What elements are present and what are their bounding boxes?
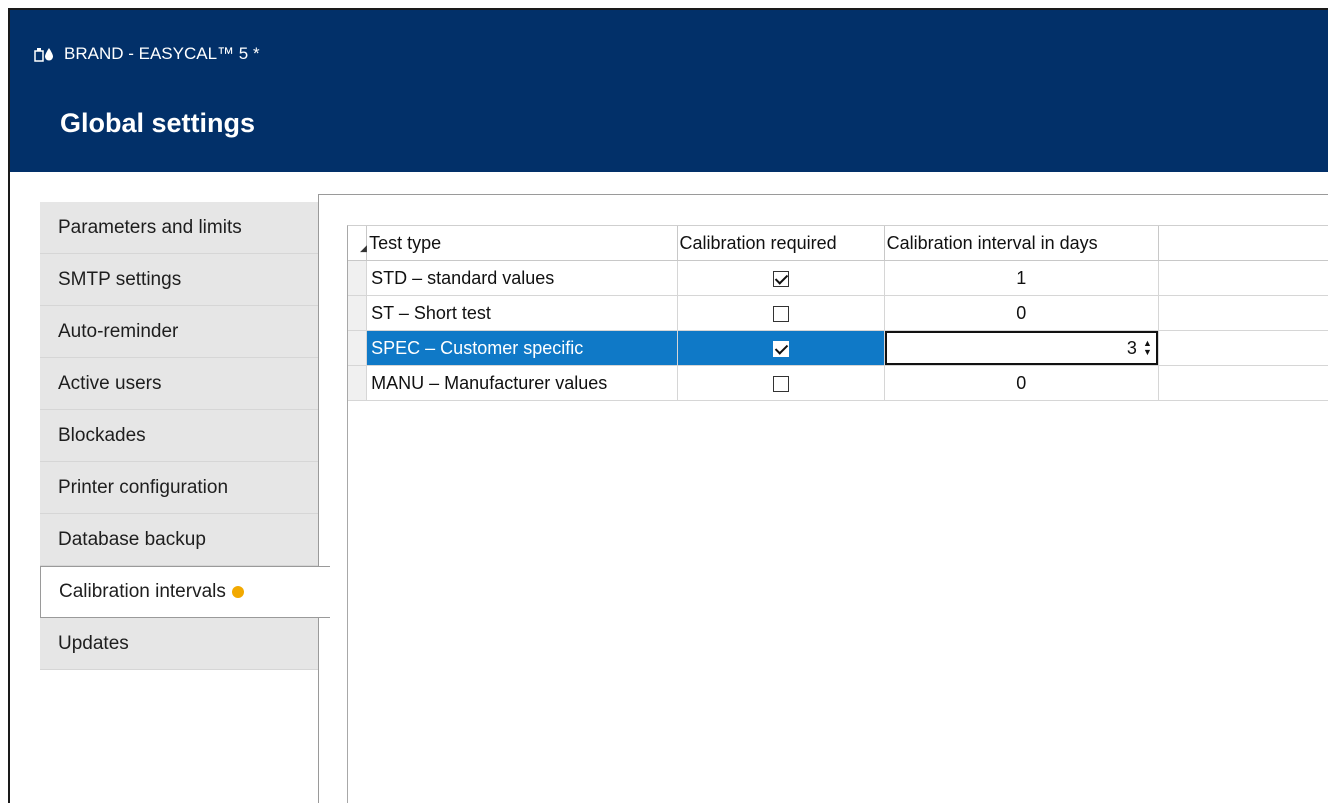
row-header[interactable]: [348, 295, 368, 331]
spin-down-icon[interactable]: ▼: [1143, 348, 1152, 357]
sidebar-item-label: SMTP settings: [58, 268, 182, 290]
app-window: BRAND - EASYCAL™ 5 * Global settings Par…: [8, 8, 1328, 803]
spin-buttons[interactable]: ▲ ▼: [1143, 339, 1152, 357]
interval-cell[interactable]: 0: [884, 365, 1159, 401]
header-bar: BRAND - EASYCAL™ 5 * Global settings: [10, 10, 1328, 172]
table-row[interactable]: ST – Short test 0: [348, 295, 1328, 331]
calibration-required-checkbox[interactable]: [772, 305, 789, 322]
sidebar-item-smtp-settings[interactable]: SMTP settings: [40, 254, 318, 306]
app-logo-icon: [34, 48, 53, 62]
sidebar-item-blockades[interactable]: Blockades: [40, 410, 318, 462]
interval-cell[interactable]: 0: [884, 295, 1159, 331]
settings-sidebar: Parameters and limits SMTP settings Auto…: [40, 202, 330, 670]
modified-indicator-icon: [231, 586, 244, 598]
test-type-cell[interactable]: STD – standard values: [366, 260, 678, 296]
sidebar-item-label: Auto-reminder: [58, 320, 179, 342]
sidebar-item-calibration-intervals[interactable]: Calibration intervals: [40, 566, 330, 618]
calibration-required-cell[interactable]: [677, 295, 885, 331]
calibration-required-cell[interactable]: [677, 260, 885, 296]
test-type-cell[interactable]: ST – Short test: [366, 295, 678, 331]
content-panel: ◢ Test type Calibration required Calibra…: [318, 194, 1328, 803]
sidebar-item-auto-reminder[interactable]: Auto-reminder: [40, 306, 318, 358]
table-row[interactable]: MANU – Manufacturer values 0: [348, 365, 1328, 401]
corner-triangle-icon: ◢: [360, 243, 367, 253]
interval-stepper[interactable]: 3 ▲ ▼: [884, 331, 1158, 365]
test-type-cell[interactable]: SPEC – Customer specific: [366, 330, 678, 366]
sidebar-item-label: Updates: [58, 632, 129, 654]
sidebar-item-label: Database backup: [58, 528, 206, 550]
interval-value: 3: [1126, 337, 1137, 358]
sidebar-item-label: Parameters and limits: [58, 216, 242, 238]
calibration-required-checkbox[interactable]: [772, 270, 789, 287]
column-header-test-type[interactable]: Test type: [366, 226, 678, 261]
filler-cell: [1158, 330, 1328, 366]
table-row[interactable]: STD – standard values 1: [348, 260, 1328, 296]
sidebar-item-parameters-and-limits[interactable]: Parameters and limits: [40, 202, 318, 254]
column-header-calibration-interval[interactable]: Calibration interval in days: [884, 226, 1159, 261]
sidebar-item-label: Active users: [58, 372, 162, 394]
row-header[interactable]: [348, 365, 368, 401]
app-title-text: BRAND - EASYCAL™ 5 *: [64, 44, 260, 63]
row-header[interactable]: [348, 260, 368, 296]
filler-cell: [1158, 365, 1328, 401]
calibration-required-cell[interactable]: [677, 365, 885, 401]
filler-cell: [1158, 295, 1328, 331]
calibration-required-checkbox[interactable]: [772, 375, 789, 392]
sidebar-item-printer-configuration[interactable]: Printer configuration: [40, 462, 318, 514]
sidebar-item-label: Blockades: [58, 424, 146, 446]
filler-cell: [1158, 260, 1328, 296]
calibration-intervals-grid: ◢ Test type Calibration required Calibra…: [347, 225, 1328, 803]
grid-header-row: ◢ Test type Calibration required Calibra…: [348, 226, 1328, 261]
sidebar-item-updates[interactable]: Updates: [40, 618, 318, 670]
select-all-header[interactable]: ◢: [348, 226, 368, 261]
sidebar-item-label: Printer configuration: [58, 476, 229, 498]
sidebar-item-database-backup[interactable]: Database backup: [40, 514, 318, 566]
column-header-calibration-required[interactable]: Calibration required: [677, 226, 885, 261]
sidebar-item-active-users[interactable]: Active users: [40, 358, 318, 410]
app-title: BRAND - EASYCAL™ 5 *: [34, 44, 260, 64]
column-header-filler: [1158, 226, 1328, 261]
row-header[interactable]: [348, 330, 368, 366]
page-title: Global settings: [60, 108, 256, 138]
sidebar-item-label: Calibration intervals: [59, 581, 226, 602]
interval-cell-editing[interactable]: 3 ▲ ▼: [884, 330, 1159, 366]
test-type-cell[interactable]: MANU – Manufacturer values: [366, 365, 678, 401]
table-row-selected[interactable]: SPEC – Customer specific 3 ▲ ▼: [348, 330, 1328, 366]
calibration-required-cell[interactable]: [677, 330, 885, 366]
interval-cell[interactable]: 1: [884, 260, 1159, 296]
calibration-required-checkbox[interactable]: [772, 340, 789, 357]
